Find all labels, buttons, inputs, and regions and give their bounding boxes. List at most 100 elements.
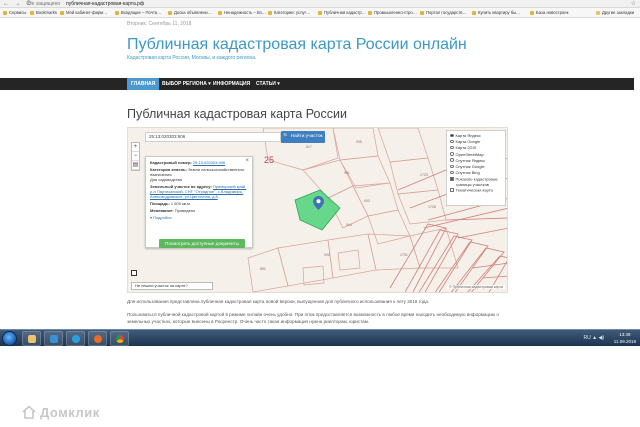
- bookmark-item[interactable]: Купить квартиру бы…: [472, 8, 520, 17]
- fullscreen-icon[interactable]: [131, 270, 137, 276]
- svg-text:903: 903: [364, 199, 370, 203]
- svg-text:1723: 1723: [420, 173, 428, 177]
- main-navigation: ГЛАВНАЯ ВЫБОР РЕГИОНА ▾ ИНФОРМАЦИЯ СТАТЬ…: [0, 78, 634, 90]
- popup-cadastral-link[interactable]: 25:13:020303:906: [193, 160, 225, 165]
- layer-label: Спутник Яндекс: [455, 157, 486, 163]
- bookmarks-bar: Сервисы Bookmarks Мой кабинет-фирм… Вход…: [0, 8, 640, 18]
- nav-information[interactable]: ИНФОРМАЦИЯ: [209, 78, 254, 90]
- close-icon[interactable]: ×: [245, 158, 249, 164]
- bookmark-item[interactable]: База новостроек: [530, 8, 568, 17]
- house-logo-icon: [22, 405, 36, 419]
- svg-text:852: 852: [260, 267, 266, 271]
- folder-icon: [28, 335, 36, 343]
- radio-icon: [450, 170, 454, 175]
- svg-text:904: 904: [346, 223, 352, 227]
- layer-label: Карта Яндекс: [455, 133, 481, 138]
- security-indicator[interactable]: Не защищено: [28, 0, 60, 8]
- bookmark-item[interactable]: Промышленно-стро…: [368, 8, 417, 17]
- url-field[interactable]: публичная-кадастровая-карта.рф: [66, 0, 144, 8]
- header-date: Вторник, Сентябрь 11, 2018: [127, 21, 192, 27]
- clock-date: 11.09.2018: [613, 339, 636, 344]
- popup-cadastral-row: Кадастровый номер: 25:13:020303:906: [150, 160, 248, 165]
- popup-cadastral-label: Кадастровый номер:: [150, 160, 192, 165]
- radio-icon: [450, 152, 454, 156]
- map-layer-switcher: Карта Яндекс Карта Google Карта 2GIS Ope…: [446, 130, 506, 206]
- chevron-down-icon: ▾: [150, 215, 153, 220]
- layer-option[interactable]: Спутник Bing: [450, 170, 502, 176]
- bookmark-item[interactable]: Bookmarks: [30, 8, 57, 17]
- layers-icon[interactable]: ▤: [132, 161, 139, 170]
- bookmark-item[interactable]: Мой кабинет-фирм…: [60, 8, 107, 17]
- popup-survey-value: Проведено: [174, 208, 196, 213]
- search-icon: 🔍: [283, 134, 290, 139]
- clock-time: 13:49: [619, 332, 631, 337]
- svg-text:617: 617: [306, 145, 312, 149]
- bookmark-item[interactable]: Ненадежность – Вз…: [218, 8, 266, 17]
- bookmark-item[interactable]: Сервисы: [3, 8, 26, 17]
- radio-icon: [450, 145, 454, 150]
- zoom-in-button[interactable]: +: [132, 143, 139, 152]
- taskbar-app-explorer[interactable]: [22, 331, 41, 346]
- bookmark-star-icon[interactable]: ☆: [631, 0, 636, 8]
- map-search-input[interactable]: 25:13:020303:906: [145, 132, 281, 142]
- nav-articles[interactable]: СТАТЬИ ▾: [252, 78, 284, 90]
- map-marker-icon[interactable]: [313, 196, 324, 210]
- parcel-info-popup: × Кадастровый номер: 25:13:020303:906 Ка…: [145, 156, 253, 248]
- layer-checkbox-label: Тематическая карта: [455, 187, 493, 193]
- bookmark-item[interactable]: Портал государств…: [420, 8, 467, 17]
- popup-area-label: Площадь:: [150, 201, 170, 206]
- radio-icon: [450, 158, 454, 162]
- nav-region-select[interactable]: ВЫБОР РЕГИОНА ▾: [158, 78, 215, 90]
- popup-survey-label: Межевание:: [150, 208, 174, 213]
- windows-taskbar: RU ▲ ◀) 13:49 11.09.2018: [0, 329, 640, 346]
- nav-home[interactable]: ГЛАВНАЯ: [127, 78, 160, 90]
- popup-address-row: Земельный участок по адресу: Приморский …: [150, 184, 248, 199]
- radio-icon: [450, 139, 454, 144]
- radio-icon: [450, 164, 454, 169]
- zoom-control: + − ▤: [131, 142, 140, 171]
- parcel-number-label: 25: [264, 155, 275, 165]
- system-tray-icons[interactable]: RU ▲ ◀): [584, 335, 604, 341]
- site-title[interactable]: Публичная кадастровая карта России онлай…: [127, 36, 467, 54]
- watermark-text: Домклик: [40, 405, 100, 420]
- taskbar-app-firefox[interactable]: [88, 331, 107, 346]
- checkbox-icon: [450, 188, 454, 192]
- taskbar-app-ie[interactable]: [66, 331, 85, 346]
- svg-text:1728: 1728: [428, 205, 436, 209]
- find-parcel-button[interactable]: 🔍 Найти участок: [281, 131, 325, 143]
- layer-checkbox-option[interactable]: Тематическая карта: [450, 188, 502, 193]
- popup-area-row: Площадь: 1 500 кв.м: [150, 201, 248, 206]
- ie-icon: [72, 335, 80, 343]
- layer-label: Спутник Bing: [455, 170, 480, 176]
- layer-checkbox-option[interactable]: Показать кадастровые границы участков: [450, 177, 502, 187]
- popup-details-link[interactable]: ▾ Подробно: [150, 215, 248, 220]
- view-documents-button[interactable]: Посмотреть доступные документы: [159, 239, 245, 248]
- bookmark-item[interactable]: Входящие – Почта…: [115, 8, 161, 17]
- popup-usage-value: Для садоводства: [150, 177, 182, 182]
- radio-icon: [450, 133, 454, 137]
- system-clock[interactable]: 13:49 11.09.2018: [614, 330, 636, 347]
- taskbar-app-media[interactable]: [44, 331, 63, 346]
- taskbar-app-chrome[interactable]: [110, 331, 129, 346]
- popup-details-label: Подробно: [153, 215, 172, 220]
- bookmark-item[interactable]: Публичная кадастр…: [318, 8, 366, 17]
- media-icon: [50, 335, 58, 343]
- checkbox-icon: [450, 177, 454, 181]
- svg-text:905: 905: [356, 140, 362, 144]
- bookmark-folder-other[interactable]: Другие закладки: [596, 8, 634, 17]
- usage-paragraph: Пользоваться публичной кадастровой карто…: [127, 312, 499, 324]
- popup-category-row: Категория земель: Земли сельскохозяйстве…: [150, 167, 248, 182]
- bookmark-item[interactable]: Доска объявлени…: [168, 8, 212, 17]
- zoom-out-button[interactable]: −: [132, 152, 139, 161]
- layer-checkbox-label: Показать кадастровые границы участков: [455, 176, 498, 187]
- browser-address-bar: ← → C Не защищено публичная-кадастровая-…: [0, 0, 640, 8]
- start-button[interactable]: [2, 331, 17, 346]
- popup-survey-row: Межевание: Проведено: [150, 208, 248, 213]
- svg-text:901: 901: [344, 171, 350, 175]
- svg-text:1751: 1751: [400, 253, 408, 257]
- cadastral-map[interactable]: 617 905 901 903 904 902 852 1751 1723 17…: [127, 127, 508, 293]
- bookmark-item[interactable]: Категории: услуг…: [268, 8, 310, 17]
- layer-label: OpenStreetMap: [455, 151, 484, 157]
- parcel-not-found-link[interactable]: Не нашли участок на карте?: [131, 282, 213, 290]
- layer-label: Карта 2GIS: [455, 145, 477, 151]
